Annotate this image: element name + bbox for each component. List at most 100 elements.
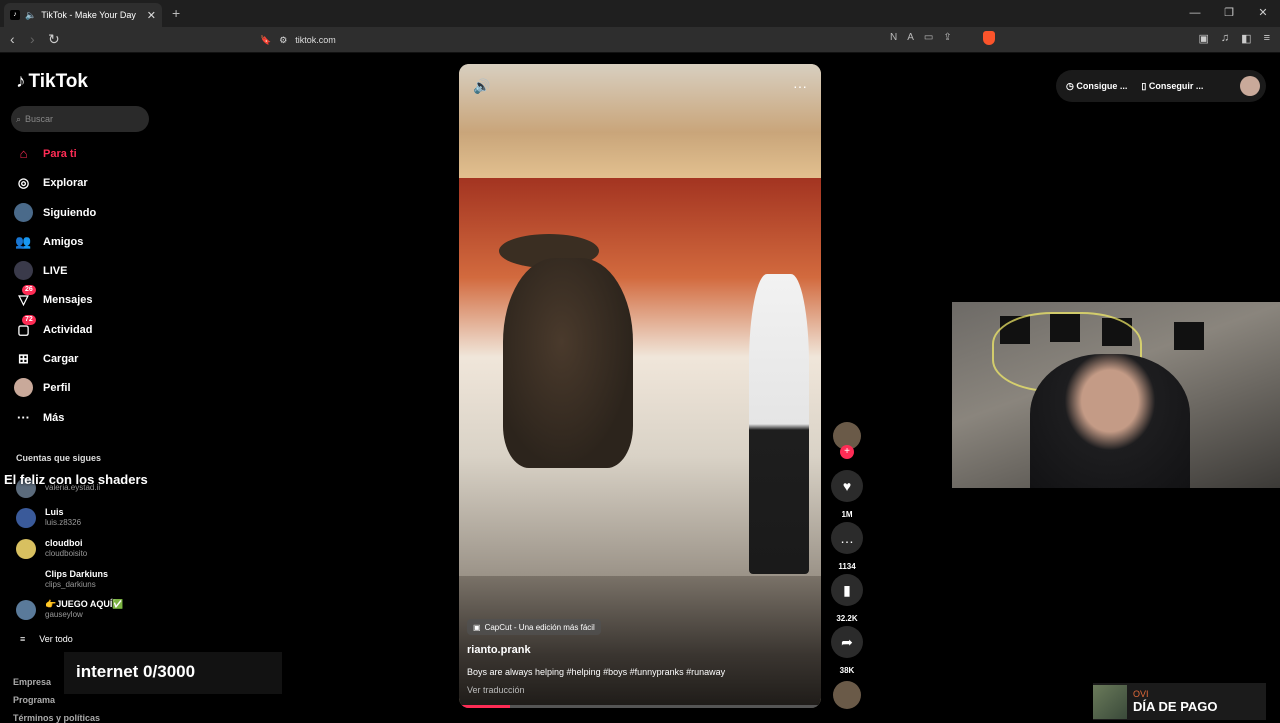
tab-search-icon[interactable]: ▣ xyxy=(1199,32,1209,45)
new-tab-button[interactable]: + xyxy=(172,5,180,21)
stream-internet-counter: internet 0/3000 xyxy=(64,652,282,694)
like-action[interactable]: ♥ 1M xyxy=(831,470,863,519)
back-icon[interactable]: ‹ xyxy=(10,31,15,47)
see-all-button[interactable]: ≡ Ver todo xyxy=(20,634,73,644)
sidebar-item-amigos[interactable]: 👥 Amigos xyxy=(14,232,83,251)
sidebar-item-mas[interactable]: ··· Más xyxy=(14,408,64,427)
following-item[interactable]: Clips Darkiuns clips_darkiuns xyxy=(16,569,108,590)
share-action[interactable]: ➦ 38K xyxy=(831,626,863,675)
video-description: Boys are always helping #helping #boys #… xyxy=(467,667,726,677)
site-info-icon[interactable]: ⚙ xyxy=(279,35,287,46)
volume-icon[interactable]: 🔊 xyxy=(473,78,490,95)
brave-shield-icon[interactable] xyxy=(983,31,995,45)
url-text[interactable]: tiktok.com xyxy=(295,35,336,45)
live-icon xyxy=(14,261,33,280)
home-icon: ⌂ xyxy=(19,146,28,161)
profile-icon xyxy=(14,378,33,397)
more-icon: ··· xyxy=(17,410,30,425)
minimize-icon[interactable]: — xyxy=(1178,0,1212,27)
top-right-actions: ◷ Consigue ... ▯ Conseguir ... xyxy=(1056,70,1266,102)
menu-icon[interactable]: ≡ xyxy=(1264,32,1270,45)
upload-icon: ⊞ xyxy=(18,350,29,366)
follow-plus-icon[interactable]: + xyxy=(840,445,854,459)
following-item[interactable]: Luis luis.z8326 xyxy=(16,507,81,528)
speaker-icon: 🔈 xyxy=(25,9,37,20)
man-figure xyxy=(749,274,809,574)
footer-link-empresa[interactable]: Empresa xyxy=(13,677,51,687)
video-player[interactable]: 🔊 ··· ▣ CapCut - Una edición más fácil r… xyxy=(459,64,821,708)
avatar xyxy=(16,507,36,528)
reader-icon[interactable]: N xyxy=(890,32,897,43)
translate-link[interactable]: Ver traducción xyxy=(467,685,525,695)
streamer xyxy=(1030,354,1190,488)
sidebar-item-perfil[interactable]: Perfil xyxy=(14,378,71,397)
stream-overlay-title: El feliz con los shaders xyxy=(4,472,148,487)
footer-link-programa[interactable]: Programa xyxy=(13,695,55,705)
sidebar-item-live[interactable]: LIVE xyxy=(14,261,67,280)
messages-badge: 26 xyxy=(22,285,36,295)
save-action[interactable]: ▮ 32.2K xyxy=(831,574,863,623)
browser-tab-bar: ♪ 🔈 TikTok - Make Your Day ✕ + — ❐ ✕ xyxy=(0,0,1280,27)
user-avatar[interactable] xyxy=(1240,76,1260,96)
footer-link-terminos[interactable]: Términos y políticas xyxy=(13,713,100,723)
tiktok-logo[interactable]: ♪ TikTok xyxy=(16,71,88,93)
browser-toolbar: ‹ › ↻ 🔖 ⚙ tiktok.com N A ▭ ⇪ ▣ ♫ ◧ ≡ xyxy=(0,27,1280,53)
following-item[interactable]: 👉JUEGO AQUÍ✅ gauseylow xyxy=(16,599,124,620)
search-input[interactable]: ⌕ Buscar xyxy=(11,106,149,132)
capcut-icon: ▣ xyxy=(473,622,481,632)
following-avatar-icon xyxy=(14,203,33,222)
sidebar-item-siguiendo[interactable]: Siguiendo xyxy=(14,203,96,222)
restore-icon[interactable]: ❐ xyxy=(1212,0,1246,27)
avatar xyxy=(16,599,36,620)
share-icon[interactable]: ⇪ xyxy=(943,32,951,43)
translate-icon[interactable]: A xyxy=(907,32,914,43)
forward-icon[interactable]: › xyxy=(30,31,35,47)
sidebar-item-actividad[interactable]: ▢ 72 Actividad xyxy=(14,315,93,339)
capcut-tag[interactable]: ▣ CapCut - Una edición más fácil xyxy=(467,619,601,635)
bookmark-icon[interactable]: ▮ xyxy=(831,574,863,606)
now-playing-widget: OVI DÍA DE PAGO xyxy=(1093,683,1266,720)
cast-icon[interactable]: ▭ xyxy=(924,32,933,43)
browser-right-tools: ▣ ♫ ◧ ≡ xyxy=(1199,32,1270,45)
address-bar[interactable]: 🔖 ⚙ tiktok.com xyxy=(256,30,1000,50)
friends-icon: 👥 xyxy=(15,233,32,249)
heart-icon[interactable]: ♥ xyxy=(831,470,863,502)
webcam-overlay xyxy=(952,302,1280,488)
sidebar-item-mensajes[interactable]: ▽ 26 Mensajes xyxy=(14,285,93,309)
url-action-icons: N A ▭ ⇪ xyxy=(890,32,952,43)
sidebar-item-para-ti[interactable]: ⌂ Para ti xyxy=(14,144,77,163)
messages-icon: ▽ 26 xyxy=(14,285,36,309)
compass-icon: ◎ xyxy=(17,174,30,190)
statue-figure xyxy=(503,258,633,468)
following-section-title: Cuentas que sigues xyxy=(16,453,102,463)
share-arrow-icon[interactable]: ➦ xyxy=(831,626,863,658)
list-icon: ≡ xyxy=(20,634,26,644)
reload-icon[interactable]: ↻ xyxy=(48,31,60,48)
window-controls: — ❐ ✕ xyxy=(1178,0,1280,27)
get-coins-button[interactable]: ◷ Consigue ... xyxy=(1066,81,1127,92)
sidebar-item-explorar[interactable]: ◎ Explorar xyxy=(14,173,88,192)
comment-icon[interactable]: … xyxy=(831,522,863,554)
sidebar-item-cargar[interactable]: ⊞ Cargar xyxy=(14,349,78,368)
browser-tab[interactable]: ♪ 🔈 TikTok - Make Your Day ✕ xyxy=(4,3,162,27)
tiktok-favicon-icon: ♪ xyxy=(10,10,20,20)
acoustic-panel xyxy=(1174,322,1204,350)
tab-title: TikTok - Make Your Day xyxy=(41,10,136,20)
video-progress-fill xyxy=(459,705,510,708)
video-progress-bar[interactable] xyxy=(459,705,821,708)
close-window-icon[interactable]: ✕ xyxy=(1246,0,1280,27)
get-app-button[interactable]: ▯ Conseguir ... xyxy=(1141,81,1203,92)
sidebar-icon[interactable]: ◧ xyxy=(1241,32,1251,45)
video-blur-top xyxy=(459,64,821,178)
music-disc-icon[interactable] xyxy=(833,681,861,709)
activity-badge: 72 xyxy=(22,315,36,325)
media-icon[interactable]: ♫ xyxy=(1221,32,1229,45)
bookmark-icon[interactable]: 🔖 xyxy=(260,35,271,46)
video-author[interactable]: rianto.prank xyxy=(467,644,531,656)
following-item[interactable]: cloudboi cloudboisito xyxy=(16,538,87,559)
comment-action[interactable]: … 1134 xyxy=(831,522,863,571)
avatar xyxy=(16,569,36,590)
close-tab-icon[interactable]: ✕ xyxy=(147,9,156,22)
search-icon: ⌕ xyxy=(16,113,22,124)
more-options-icon[interactable]: ··· xyxy=(793,78,807,94)
